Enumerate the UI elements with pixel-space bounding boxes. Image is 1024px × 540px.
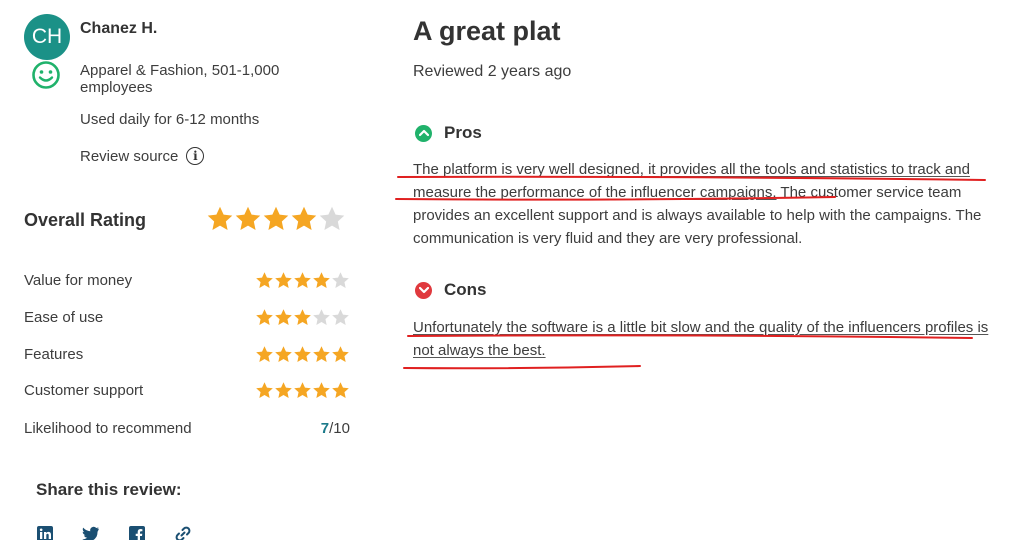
avatar: CH bbox=[24, 14, 70, 60]
recommend-label: Likelihood to recommend bbox=[24, 420, 192, 437]
pros-text: The platform is very well designed, it p… bbox=[413, 158, 993, 250]
smiley-icon bbox=[32, 61, 60, 89]
recommend-suffix: /10 bbox=[329, 420, 350, 437]
linkedin-icon[interactable] bbox=[36, 525, 54, 540]
star-filled-icon bbox=[275, 346, 292, 362]
star-filled-icon bbox=[235, 206, 261, 230]
rating-row-likelihood-to-recommend: Likelihood to recommend 7/10 bbox=[24, 418, 350, 440]
review-source-label: Review source bbox=[80, 147, 179, 165]
star-filled-icon bbox=[294, 382, 311, 398]
chevron-down-icon bbox=[415, 281, 432, 299]
review-source[interactable]: Review source i bbox=[80, 147, 205, 165]
star-filled-icon bbox=[275, 272, 292, 288]
info-icon[interactable]: i bbox=[186, 147, 205, 165]
recommend-value: 7 bbox=[320, 420, 330, 437]
recommend-score: 7/10 bbox=[321, 420, 350, 437]
rating-stars bbox=[255, 381, 350, 405]
rating-label: Ease of use bbox=[24, 309, 104, 326]
reviewer-name: Chanez H. bbox=[80, 20, 158, 37]
share-icons bbox=[36, 525, 192, 540]
star-empty-icon bbox=[313, 309, 330, 325]
rating-row-value-for-money: Value for money bbox=[24, 270, 350, 292]
rating-stars bbox=[255, 308, 350, 332]
star-filled-icon bbox=[313, 272, 330, 288]
facebook-icon[interactable] bbox=[128, 525, 146, 540]
star-filled-icon bbox=[275, 309, 292, 325]
star-empty-icon bbox=[319, 206, 345, 230]
star-filled-icon bbox=[313, 346, 330, 362]
share-title: Share this review: bbox=[36, 480, 182, 499]
star-filled-icon bbox=[275, 382, 292, 398]
rating-stars bbox=[255, 345, 350, 369]
star-filled-icon bbox=[294, 346, 311, 362]
star-filled-icon bbox=[207, 206, 233, 230]
star-filled-icon bbox=[256, 272, 273, 288]
pros-label: Pros bbox=[444, 123, 482, 142]
pros-heading: Pros bbox=[415, 123, 482, 143]
rating-stars bbox=[255, 271, 350, 295]
rating-label: Customer support bbox=[24, 382, 144, 399]
link-icon[interactable] bbox=[174, 525, 192, 540]
rating-row-features: Features bbox=[24, 344, 350, 366]
star-filled-icon bbox=[294, 272, 311, 288]
cons-label: Cons bbox=[444, 280, 487, 299]
cons-text-highlight: Unfortunately the software is a little b… bbox=[413, 319, 989, 359]
annotation-line bbox=[403, 365, 641, 370]
star-filled-icon bbox=[294, 309, 311, 325]
overall-rating-label: Overall Rating bbox=[24, 210, 147, 230]
overall-rating-stars bbox=[206, 205, 346, 238]
chevron-up-icon bbox=[415, 124, 432, 142]
review-title: A great plat bbox=[413, 16, 561, 46]
reviewer-company: Apparel & Fashion, 501-1,000 employees bbox=[80, 62, 280, 96]
star-filled-icon bbox=[263, 206, 289, 230]
star-filled-icon bbox=[313, 382, 330, 398]
star-filled-icon bbox=[291, 206, 317, 230]
usage-duration: Used daily for 6-12 months bbox=[80, 111, 260, 128]
rating-row-ease-of-use: Ease of use bbox=[24, 307, 350, 329]
rating-row-customer-support: Customer support bbox=[24, 380, 350, 402]
star-filled-icon bbox=[332, 382, 349, 398]
rating-label: Features bbox=[24, 346, 84, 363]
star-filled-icon bbox=[256, 346, 273, 362]
star-empty-icon bbox=[332, 272, 349, 288]
star-empty-icon bbox=[332, 309, 349, 325]
reviewed-date: Reviewed 2 years ago bbox=[413, 63, 572, 80]
star-filled-icon bbox=[256, 382, 273, 398]
twitter-icon[interactable] bbox=[82, 525, 100, 540]
rating-label: Value for money bbox=[24, 272, 133, 289]
cons-heading: Cons bbox=[415, 280, 487, 300]
cons-text: Unfortunately the software is a little b… bbox=[413, 316, 993, 362]
star-filled-icon bbox=[256, 309, 273, 325]
star-filled-icon bbox=[332, 346, 349, 362]
